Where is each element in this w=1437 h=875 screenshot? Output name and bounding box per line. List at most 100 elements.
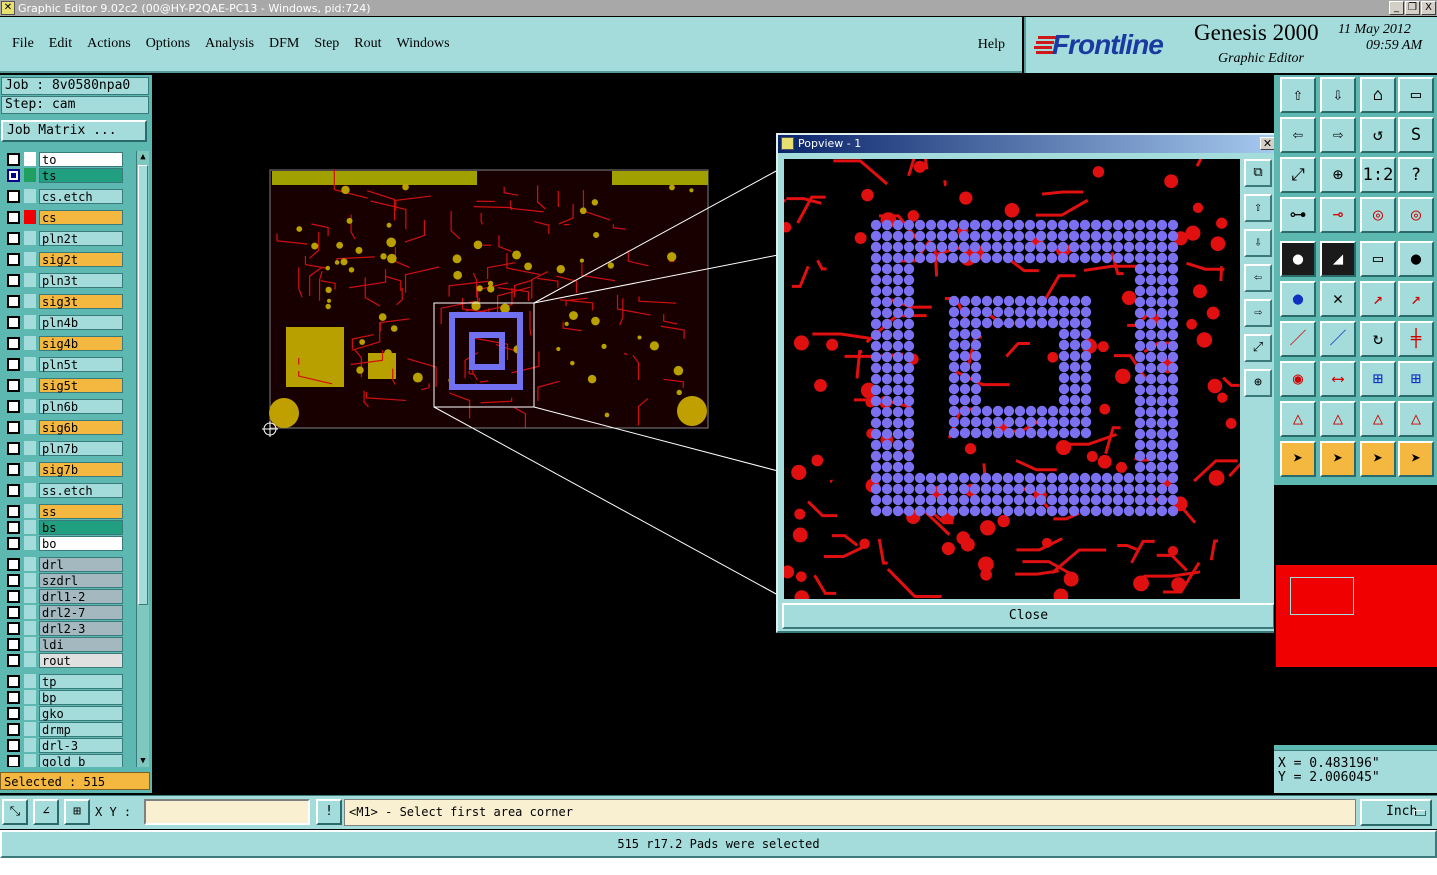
tool-button-22[interactable]: ✕ <box>1320 281 1356 317</box>
layer-row-sig2t[interactable]: sig2t <box>2 251 136 267</box>
tool-button-29[interactable]: ◉ <box>1280 361 1316 397</box>
layer-checkbox[interactable] <box>7 690 20 704</box>
menu-file[interactable]: File <box>12 36 34 52</box>
layer-checkbox[interactable] <box>7 336 20 350</box>
layer-name[interactable]: bo <box>39 535 123 551</box>
layer-name[interactable]: cs <box>39 209 123 225</box>
layer-name[interactable]: drl-3 <box>39 737 123 753</box>
layer-row-gold-b[interactable]: gold_b <box>2 753 136 767</box>
popview-tool-2[interactable]: ⇧ <box>1244 194 1272 222</box>
tool-button-39[interactable]: ➤ <box>1360 441 1396 477</box>
maximize-button[interactable]: ❐ <box>1405 1 1420 15</box>
layer-name[interactable]: pln6b <box>39 398 123 414</box>
snap-icon[interactable]: ⤡ <box>2 799 28 825</box>
tool-button-17[interactable]: ● <box>1280 241 1316 277</box>
tool-button-40[interactable]: ➤ <box>1398 441 1434 477</box>
layer-row-pln2t[interactable]: pln2t <box>2 230 136 246</box>
layer-checkbox[interactable] <box>7 674 20 688</box>
tool-button-12[interactable]: ? <box>1398 157 1434 193</box>
layer-row-sig3t[interactable]: sig3t <box>2 293 136 309</box>
tool-button-3[interactable]: ⌂ <box>1360 77 1396 113</box>
layer-name[interactable]: ss.etch <box>39 482 123 498</box>
tool-button-26[interactable]: ／ <box>1320 321 1356 357</box>
layer-row-pln3t[interactable]: pln3t <box>2 272 136 288</box>
layer-name[interactable]: bs <box>39 519 123 535</box>
tool-button-27[interactable]: ↻ <box>1360 321 1396 357</box>
layer-checkbox[interactable] <box>7 168 20 182</box>
layer-name[interactable]: ss <box>39 503 123 519</box>
layer-name[interactable]: rout <box>39 652 123 668</box>
layer-row-to[interactable]: to <box>2 151 136 167</box>
layer-row-drl-3[interactable]: drl-3 <box>2 737 136 753</box>
layer-checkbox[interactable] <box>7 653 20 667</box>
layer-name[interactable]: pln3t <box>39 272 123 288</box>
layer-name[interactable]: drl <box>39 556 123 572</box>
layer-checkbox[interactable] <box>7 621 20 635</box>
layer-name[interactable]: sig5t <box>39 377 123 393</box>
tool-button-20[interactable]: ● <box>1398 241 1434 277</box>
layer-row-cs[interactable]: cs <box>2 209 136 225</box>
layer-row-ss-etch[interactable]: ss.etch <box>2 482 136 498</box>
layer-row-sig4b[interactable]: sig4b <box>2 335 136 351</box>
grid-icon[interactable]: ⊞ <box>64 799 90 825</box>
layer-checkbox[interactable] <box>7 536 20 550</box>
tool-button-36[interactable]: △ <box>1398 401 1434 437</box>
layer-checkbox[interactable] <box>7 315 20 329</box>
tool-button-35[interactable]: △ <box>1360 401 1396 437</box>
layer-row-pln4b[interactable]: pln4b <box>2 314 136 330</box>
layer-checkbox[interactable] <box>7 252 20 266</box>
tool-button-34[interactable]: △ <box>1320 401 1356 437</box>
layer-row-rout[interactable]: rout <box>2 652 136 668</box>
layer-checkbox[interactable] <box>7 378 20 392</box>
close-window-button[interactable]: X <box>1421 1 1436 15</box>
tool-button-16[interactable]: ◎ <box>1398 197 1434 233</box>
popview-close-icon[interactable]: ✕ <box>1260 137 1275 150</box>
tool-button-2[interactable]: ⇩ <box>1320 77 1356 113</box>
layer-name[interactable]: tp <box>39 673 123 689</box>
layer-name[interactable]: drl2-3 <box>39 620 123 636</box>
tool-button-13[interactable]: ⊶ <box>1280 197 1316 233</box>
popview-tool-5[interactable]: ⇨ <box>1244 299 1272 327</box>
layer-checkbox[interactable] <box>7 231 20 245</box>
layer-row-bp[interactable]: bp <box>2 689 136 705</box>
tool-button-19[interactable]: ▭ <box>1360 241 1396 277</box>
layer-row-ts[interactable]: ts <box>2 167 136 183</box>
layer-name[interactable]: sig4b <box>39 335 123 351</box>
menu-dfm[interactable]: DFM <box>269 36 299 52</box>
popview-close-button[interactable]: Close <box>782 603 1275 629</box>
layer-checkbox[interactable] <box>7 483 20 497</box>
menu-help[interactable]: Help <box>978 37 1005 53</box>
alert-icon[interactable]: ! <box>316 799 342 825</box>
menu-options[interactable]: Options <box>146 36 190 52</box>
layer-row-drl[interactable]: drl <box>2 556 136 572</box>
scroll-up-icon[interactable]: ▲ <box>137 151 149 163</box>
layer-name[interactable]: drl2-7 <box>39 604 123 620</box>
menu-windows[interactable]: Windows <box>397 36 450 52</box>
tool-button-1[interactable]: ⇧ <box>1280 77 1316 113</box>
scroll-down-icon[interactable]: ▼ <box>137 755 149 767</box>
tool-button-38[interactable]: ➤ <box>1320 441 1356 477</box>
layer-name[interactable]: gold_b <box>39 753 123 767</box>
tool-button-23[interactable]: ↗ <box>1360 281 1396 317</box>
menu-rout[interactable]: Rout <box>354 36 381 52</box>
popview-graphics[interactable] <box>784 159 1240 599</box>
layer-row-sig5t[interactable]: sig5t <box>2 377 136 393</box>
layer-checkbox[interactable] <box>7 573 20 587</box>
layer-checkbox[interactable] <box>7 605 20 619</box>
layer-name[interactable]: ldi <box>39 636 123 652</box>
layer-checkbox[interactable] <box>7 441 20 455</box>
tool-button-5[interactable]: ⇦ <box>1280 117 1316 153</box>
layer-name[interactable]: gko <box>39 705 123 721</box>
tool-button-25[interactable]: ／ <box>1280 321 1316 357</box>
tool-button-11[interactable]: 1:2 <box>1360 157 1396 193</box>
layer-checkbox[interactable] <box>7 520 20 534</box>
tool-button-15[interactable]: ◎ <box>1360 197 1396 233</box>
job-matrix-button[interactable]: Job Matrix ... <box>1 120 147 142</box>
layer-name[interactable]: sig6b <box>39 419 123 435</box>
layer-name[interactable]: cs.etch <box>39 188 123 204</box>
tool-button-32[interactable]: ⊞ <box>1398 361 1434 397</box>
layer-checkbox[interactable] <box>7 273 20 287</box>
layer-row-drl2-3[interactable]: drl2-3 <box>2 620 136 636</box>
layer-checkbox[interactable] <box>7 189 20 203</box>
xy-input[interactable] <box>144 799 310 825</box>
